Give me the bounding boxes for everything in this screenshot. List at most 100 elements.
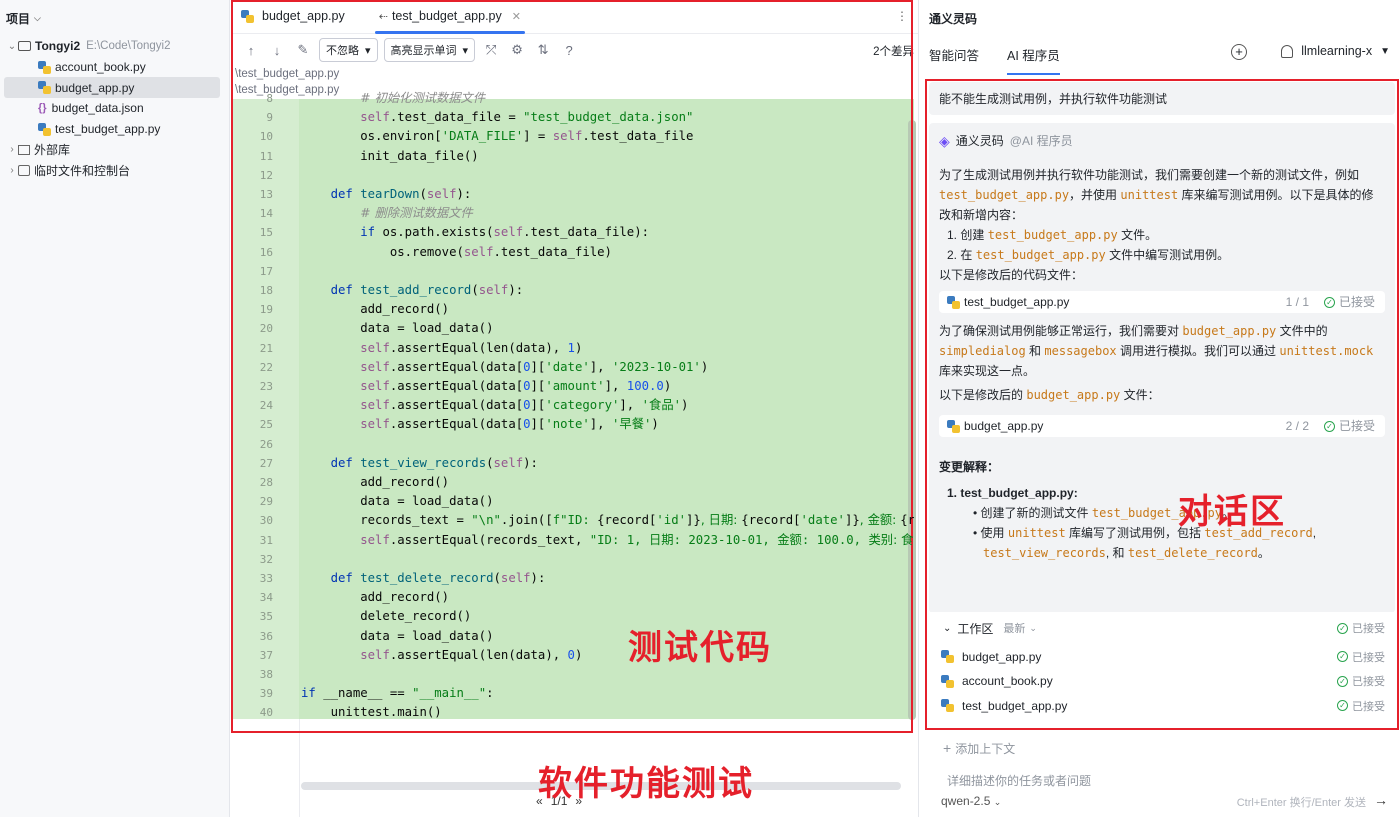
line-number: 15	[259, 226, 273, 240]
line-number: 18	[259, 284, 273, 297]
line-number: 20	[259, 322, 273, 336]
line-number: 13	[259, 188, 273, 201]
code-line: 11 init_data_file()	[231, 147, 914, 166]
line-number: 23	[259, 380, 273, 393]
diff-path-left: \test_budget_app.py	[235, 68, 340, 80]
code-text: if __name__ == "__main__":	[301, 686, 494, 701]
workspace-file[interactable]: test_budget_app.py ✓ 已接受	[929, 694, 1395, 719]
new-chat-icon[interactable]: +	[1231, 44, 1247, 60]
model-select[interactable]: qwen-2.5 ⌄	[941, 794, 1001, 808]
tree-file-budget-app[interactable]: budget_app.py	[4, 77, 220, 99]
code-line: 14 # 删除测试数据文件	[231, 204, 914, 223]
tab-ai-programmer[interactable]: AI 程序员	[1007, 45, 1060, 75]
file-label: test_budget_app.py	[55, 122, 161, 137]
line-number: 39	[259, 687, 273, 701]
gear-icon[interactable]: ⚙	[507, 42, 527, 58]
project-header[interactable]: 项目 ⌵	[0, 0, 229, 36]
tab-test-budget-app[interactable]: ⇠ test_budget_app.py ✕	[369, 0, 531, 34]
code-text: self.assertEqual(records_text, "ID: 1, 日…	[360, 532, 914, 547]
diff-icon: ⇠	[378, 10, 388, 23]
collapse-icon[interactable]: ⤱	[481, 42, 501, 58]
plus-icon: +	[943, 740, 952, 756]
code-text: # 删除测试数据文件	[360, 206, 473, 221]
accepted-status: ✓ 已接受	[1337, 649, 1385, 665]
line-number: 24	[259, 399, 273, 413]
code-line: 8 # 初始化测试数据文件	[231, 89, 914, 108]
edit-icon[interactable]: ✎	[293, 42, 313, 58]
add-context-label: 添加上下文	[955, 742, 1016, 756]
inline-code: messagebox	[1044, 344, 1117, 358]
line-number: 14	[259, 207, 273, 221]
tab-chat[interactable]: 智能问答	[929, 45, 979, 64]
tree-external-libs[interactable]: › 外部库	[0, 139, 229, 160]
arrow-down-icon[interactable]: ↓	[267, 43, 287, 58]
answer-paragraph: 为了确保测试用例能够正常运行，我们需要对 budget_app.py 文件中的 s…	[939, 321, 1385, 381]
chevron-down-icon: ▼	[1380, 45, 1390, 57]
changes-subitem: • 创建了新的测试文件 test_budget_app.py。	[973, 506, 1234, 520]
code-text: add_record()	[301, 302, 450, 317]
python-file-icon	[38, 122, 51, 136]
python-file-icon	[947, 295, 960, 309]
line-number: 11	[259, 149, 273, 163]
line-number: 8	[266, 92, 273, 105]
code-text: self.test_data_file = "test_budget_data.…	[360, 110, 694, 125]
arrow-up-icon[interactable]: ↑	[241, 43, 261, 58]
list-item: 1. 创建 test_budget_app.py 文件。	[939, 225, 1385, 245]
workspace-header[interactable]: ⌄ 工作区 最新 ⌄ ✓ 已接受	[929, 616, 1395, 641]
sync-scroll-icon[interactable]: ⇅	[533, 42, 553, 58]
text: 使用	[980, 526, 1005, 540]
send-icon[interactable]: →	[1374, 792, 1388, 808]
inline-code: unittest	[1007, 526, 1066, 540]
code-line: 26	[231, 435, 914, 454]
tree-file-budget-data[interactable]: {} budget_data.json	[0, 98, 229, 119]
line-number: 38	[259, 668, 273, 681]
tree-file-test-budget-app[interactable]: test_budget_app.py	[0, 119, 229, 140]
library-icon	[18, 144, 30, 155]
line-number: 16	[259, 245, 273, 259]
help-icon[interactable]: ?	[559, 43, 579, 58]
answer-header: ◈ 通义灵码 @AI 程序员	[939, 131, 1385, 151]
code-text: add_record()	[301, 590, 450, 605]
accepted-status: ✓ 已接受	[1337, 698, 1385, 714]
json-file-icon: {}	[38, 102, 47, 115]
agent-tag: @AI 程序员	[1009, 134, 1073, 148]
tree-file-account-book[interactable]: account_book.py	[0, 57, 229, 78]
root-folder-path: E:\Code\Tongyi2	[86, 40, 171, 53]
text: 。	[1257, 546, 1270, 560]
add-context-button[interactable]: + 添加上下文	[943, 740, 1015, 757]
close-icon[interactable]: ✕	[512, 10, 521, 23]
workspace-file[interactable]: budget_app.py ✓ 已接受	[929, 645, 1395, 670]
chevron-down-icon: ⌵	[34, 12, 41, 23]
file-card-count: 2 / 2	[1285, 419, 1309, 433]
ignore-select[interactable]: 不忽略 ▾	[319, 38, 378, 62]
text: 为了生成测试用例并执行软件功能测试，我们需要创建一个新的测试文件，例如	[939, 168, 1360, 182]
workspace-file[interactable]: account_book.py ✓ 已接受	[929, 669, 1395, 694]
inline-code: budget_app.py	[1026, 388, 1121, 402]
highlight-select[interactable]: 高亮显示单词 ▾	[383, 38, 476, 62]
code-line: 39 if __name__ == "__main__":	[231, 684, 914, 703]
file-card-budget-app[interactable]: budget_app.py 2 / 2 ✓ 已接受	[939, 415, 1385, 437]
code-text: if os.path.exists(self.test_data_file):	[360, 225, 649, 240]
line-number: 25	[259, 418, 273, 432]
code-line: 34 add_record()	[231, 588, 914, 607]
chevron-down-icon: ⌄	[7, 40, 17, 52]
chat-input[interactable]: 详细描述你的任务或者问题	[947, 772, 1091, 789]
text: 2. 在	[947, 248, 973, 262]
model-name: qwen-2.5	[941, 794, 991, 808]
inline-code: test_budget_app.py	[987, 228, 1118, 242]
file-card-test-budget-app[interactable]: test_budget_app.py 1 / 1 ✓ 已接受	[939, 291, 1385, 313]
code-text: init_data_file()	[301, 148, 479, 163]
workspace-section: ⌄ 工作区 最新 ⌄ ✓ 已接受 budget_app.py ✓ 已接受 accoun…	[929, 616, 1395, 718]
code-text: self.assertEqual(data[0]['note'], '早餐')	[360, 417, 659, 432]
tree-scratches[interactable]: › 临时文件和控制台	[0, 160, 229, 181]
tab-budget-app[interactable]: budget_app.py	[231, 0, 355, 33]
user-menu[interactable]: llmlearning-x ▼	[1281, 44, 1390, 58]
line-number: 30	[259, 514, 273, 528]
code-line: 12	[231, 166, 914, 185]
workspace-sort[interactable]: 最新	[1003, 620, 1025, 636]
workspace-file-name: account_book.py	[962, 674, 1053, 689]
code-line: 30 records_text = "\n".join([f"ID: {reco…	[231, 511, 914, 530]
file-card-name: budget_app.py	[964, 419, 1044, 433]
more-icon[interactable]: ⋮	[896, 9, 908, 23]
tree-root[interactable]: ⌄ Tongyi2 E:\Code\Tongyi2	[0, 36, 229, 57]
